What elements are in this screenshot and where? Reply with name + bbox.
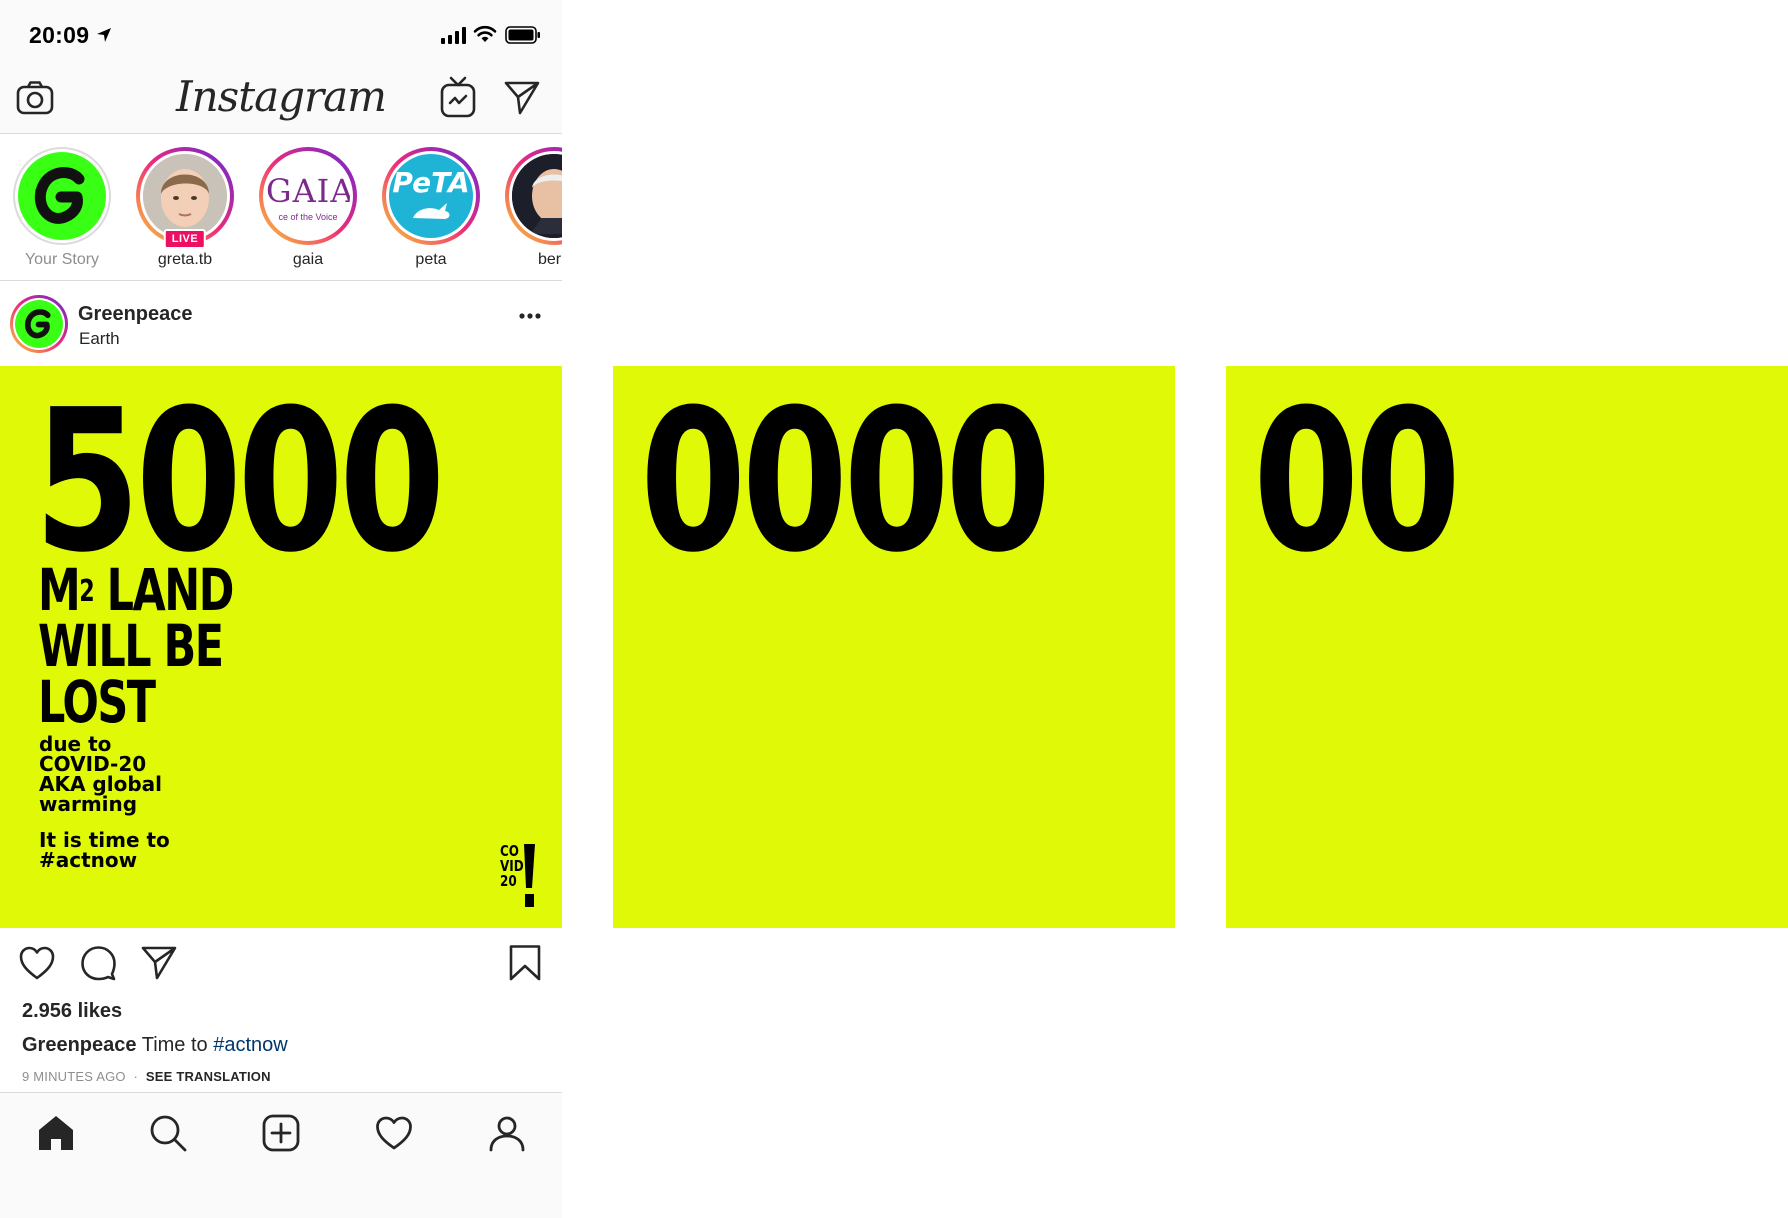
top-navigation-bar: Instagram [0, 66, 562, 134]
post-caption: Greenpeace Time to #actnow [22, 1034, 288, 1057]
post-location[interactable]: Earth [79, 329, 120, 349]
peta-logo-text: PeTA [392, 166, 470, 199]
story-name: bern [537, 251, 562, 268]
face-portrait-icon [512, 154, 562, 238]
profile-icon[interactable] [487, 1113, 527, 1153]
heart-icon[interactable] [18, 944, 56, 982]
direct-message-icon[interactable] [504, 80, 540, 116]
comment-icon[interactable] [79, 944, 117, 982]
big-number: 0000 [640, 368, 1051, 596]
headline-line: LOST [38, 668, 156, 736]
post-image-panel-2[interactable]: 0000 [613, 366, 1175, 928]
cta-line: It is time to [39, 828, 170, 852]
story-name: greta.tb [157, 251, 213, 268]
search-icon[interactable] [148, 1113, 188, 1153]
sub-text-line: COVID-20 [39, 752, 147, 776]
post-author-avatar[interactable] [10, 295, 68, 353]
more-options-icon[interactable] [516, 306, 544, 326]
headline: M2 LAND WILL BE LOST [38, 561, 234, 736]
face-portrait-icon [143, 154, 227, 238]
cta-line: #actnow [39, 848, 138, 872]
big-number: 5000 [34, 368, 445, 596]
wifi-icon [473, 25, 497, 42]
home-icon[interactable] [36, 1113, 76, 1153]
gaia-avatar: GAIA ce of the Voice [266, 154, 350, 238]
post-meta: 9 MINUTES AGO · SEE TRANSLATION [22, 1069, 271, 1084]
headline-superscript: 2 [79, 574, 94, 609]
meta-separator: · [133, 1069, 139, 1084]
story-name: gaia [292, 251, 324, 268]
status-time: 20:09 [29, 22, 90, 48]
igtv-icon[interactable] [440, 76, 476, 118]
caption-username[interactable]: Greenpeace [22, 1034, 137, 1056]
story-peta[interactable]: PeTA peta [379, 147, 483, 269]
camera-icon[interactable] [16, 80, 54, 116]
see-translation-link[interactable]: SEE TRANSLATION [146, 1069, 271, 1084]
location-arrow-icon [97, 28, 111, 42]
sub-text: due to COVID-20 AKA global warming [39, 734, 162, 814]
story-ring [505, 147, 562, 245]
story-greta[interactable]: LIVE greta.tb [133, 147, 237, 269]
greenpeace-g-logo-icon [34, 167, 85, 224]
likes-count[interactable]: 2.956 likes [22, 1000, 122, 1023]
story-ring: GAIA ce of the Voice [259, 147, 357, 245]
exclamation-icon [524, 844, 535, 907]
covid20-logo-mark: CO VID 20 [500, 844, 540, 908]
plus-square-icon[interactable] [261, 1113, 301, 1153]
share-icon[interactable] [140, 944, 178, 982]
big-number: 00 [1253, 368, 1461, 596]
post-header: Greenpeace Earth [0, 282, 562, 366]
story-gaia[interactable]: GAIA ce of the Voice gaia [256, 147, 360, 269]
post-image-panel-1[interactable]: 5000 M2 LAND WILL BE LOST due to COVID-2… [0, 366, 562, 928]
story-name: Your Story [24, 251, 100, 268]
story-ring [13, 147, 111, 245]
live-badge: LIVE [163, 229, 207, 249]
bookmark-icon[interactable] [506, 944, 544, 982]
battery-icon [505, 26, 540, 44]
greenpeace-avatar [18, 152, 106, 240]
headline-line: WILL BE [38, 612, 224, 680]
post-image-panel-3[interactable]: 00 [1226, 366, 1788, 928]
sub-text-line: due to [39, 732, 112, 756]
post-username[interactable]: Greenpeace [78, 303, 193, 326]
call-to-action: It is time to #actnow [39, 830, 170, 870]
bottom-tab-bar [0, 1092, 562, 1218]
status-bar: 20:09 [0, 0, 562, 66]
greenpeace-g-logo-icon [25, 309, 51, 339]
logo-mark-line: 20 [500, 872, 517, 890]
story-ring: PeTA [382, 147, 480, 245]
rabbit-icon [413, 203, 450, 219]
post-actions-bar [0, 928, 562, 998]
greta-avatar [143, 154, 227, 238]
peta-avatar: PeTA [389, 154, 473, 238]
caption-hashtag[interactable]: #actnow [213, 1034, 288, 1056]
instagram-logo: Instagram [176, 72, 387, 121]
story-your-story[interactable]: Your Story [10, 147, 114, 269]
story-bern[interactable]: bern [502, 147, 562, 269]
sub-text-line: AKA global [39, 772, 162, 796]
sub-text-line: warming [39, 792, 138, 816]
cellular-signal-icon [441, 27, 466, 44]
heart-icon[interactable] [374, 1113, 414, 1153]
post-time-ago: 9 MINUTES AGO [22, 1069, 126, 1084]
gaia-logo-text: GAIA [266, 172, 350, 210]
stories-tray: Your Story LIVE greta.tb GAIA ce of the … [0, 135, 562, 281]
story-name: peta [415, 251, 447, 268]
bern-avatar [512, 154, 562, 238]
gaia-logo-subtext: ce of the Voice [278, 212, 338, 222]
caption-text: Time to [141, 1034, 208, 1056]
story-ring: LIVE [136, 147, 234, 249]
